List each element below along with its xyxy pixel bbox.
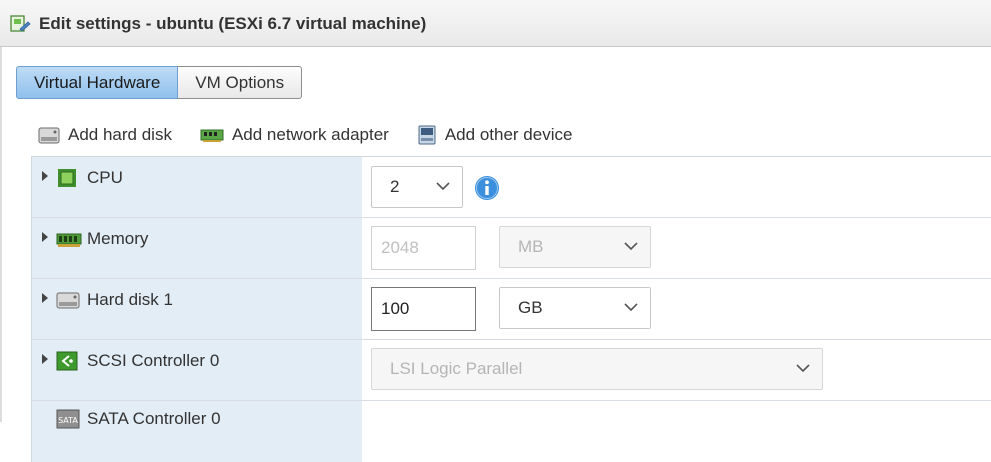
scsi-label-cell: SCSI Controller 0 <box>31 340 362 400</box>
hardware-row-hard-disk: Hard disk 1 100 GB <box>31 279 991 340</box>
add-other-device-button[interactable]: Add other device <box>417 124 573 146</box>
hard-disk-unit-select[interactable]: GB <box>499 287 651 329</box>
sata-controller-icon: SATA <box>56 409 80 429</box>
add-network-adapter-button[interactable]: Add network adapter <box>200 125 389 145</box>
tab-vm-options[interactable]: VM Options <box>178 66 303 99</box>
cpu-count-value: 2 <box>390 177 400 196</box>
scsi-value-cell: LSI Logic Parallel <box>362 340 991 400</box>
sata-value-cell <box>362 401 991 462</box>
sata-label-cell: SATA SATA Controller 0 <box>31 401 362 462</box>
sata-name: SATA Controller 0 <box>87 409 221 428</box>
hardware-toolbar: Add hard disk Add network adapter Add ot… <box>38 124 600 146</box>
hardware-row-memory: Memory 2048 MB <box>31 218 991 279</box>
cpu-icon <box>58 169 76 187</box>
hard-disk-label-cell: Hard disk 1 <box>31 279 362 339</box>
hard-disk-icon <box>38 127 60 144</box>
cpu-name: CPU <box>87 168 123 187</box>
cpu-expand-arrow[interactable] <box>42 171 48 181</box>
chevron-down-icon <box>624 242 638 251</box>
hard-disk-name: Hard disk 1 <box>87 290 173 309</box>
memory-size-input[interactable]: 2048 <box>371 226 476 270</box>
memory-expand-arrow[interactable] <box>42 232 48 242</box>
tab-virtual-hardware[interactable]: Virtual Hardware <box>16 66 179 99</box>
add-hard-disk-button[interactable]: Add hard disk <box>38 125 172 145</box>
vm-edit-icon <box>10 15 31 32</box>
add-network-adapter-label: Add network adapter <box>231 125 389 144</box>
hard-disk-expand-arrow[interactable] <box>42 293 48 303</box>
chevron-down-icon <box>436 182 450 191</box>
hard-disk-icon <box>56 292 80 309</box>
info-icon[interactable] <box>474 175 500 201</box>
memory-label-cell: Memory <box>31 218 362 278</box>
hardware-row-cpu: CPU 2 <box>31 157 991 218</box>
dialog-title: Edit settings - ubuntu (ESXi 6.7 virtual… <box>39 14 427 33</box>
hardware-grid: CPU 2 Memory 2048 MB Hard disk 1 100 GB … <box>31 156 991 462</box>
add-hard-disk-label: Add hard disk <box>68 125 172 144</box>
scsi-type-value: LSI Logic Parallel <box>390 359 523 378</box>
cpu-count-select[interactable]: 2 <box>371 166 463 208</box>
scsi-expand-arrow[interactable] <box>42 354 48 364</box>
dialog-title-bar: Edit settings - ubuntu (ESXi 6.7 virtual… <box>0 0 991 47</box>
hard-disk-unit-value: GB <box>518 298 543 317</box>
chevron-down-icon <box>624 303 638 312</box>
memory-name: Memory <box>87 229 149 248</box>
network-adapter-icon <box>200 129 224 142</box>
hardware-row-sata-controller: SATA SATA Controller 0 <box>31 401 991 462</box>
svg-text:SATA: SATA <box>58 416 78 425</box>
memory-icon <box>56 233 82 247</box>
cpu-value-cell: 2 <box>362 157 991 217</box>
scsi-controller-icon <box>56 351 78 371</box>
add-other-device-label: Add other device <box>444 125 573 144</box>
memory-unit-value: MB <box>518 237 544 256</box>
cpu-label-cell: CPU <box>31 157 362 217</box>
memory-value-cell: 2048 MB <box>362 218 991 278</box>
scsi-name: SCSI Controller 0 <box>87 351 220 370</box>
tab-bar: Virtual Hardware VM Options <box>16 66 303 99</box>
hardware-row-scsi-controller: SCSI Controller 0 LSI Logic Parallel <box>31 340 991 401</box>
chevron-down-icon <box>796 364 810 373</box>
dialog-left-edge <box>0 47 2 422</box>
hard-disk-value-cell: 100 GB <box>362 279 991 339</box>
hard-disk-size-input[interactable]: 100 <box>371 287 476 331</box>
other-device-icon <box>418 125 436 145</box>
scsi-type-select[interactable]: LSI Logic Parallel <box>371 348 823 390</box>
memory-unit-select[interactable]: MB <box>499 226 651 268</box>
